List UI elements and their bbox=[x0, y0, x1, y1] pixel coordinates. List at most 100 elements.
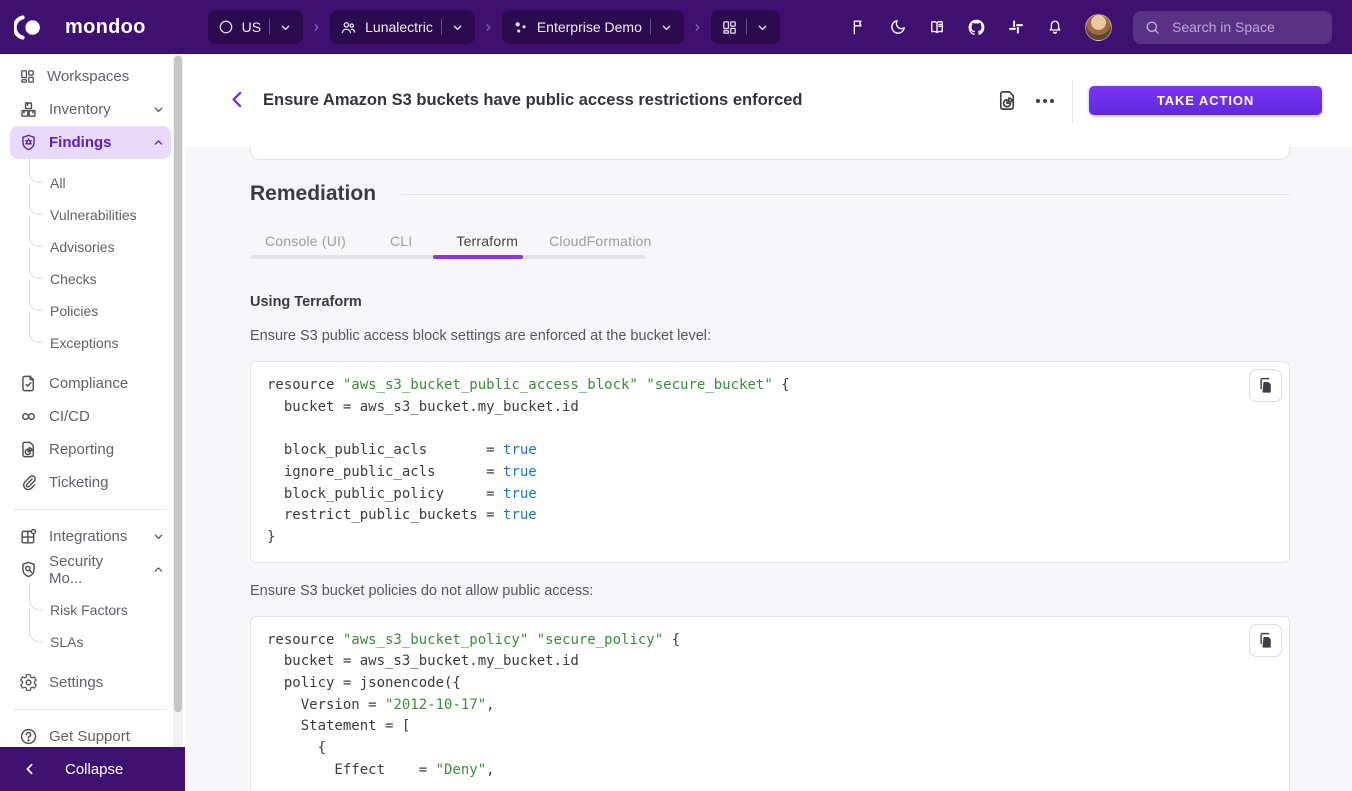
scope-breadcrumb: US Lunalectric Enterprise Demo bbox=[208, 10, 780, 44]
docs-button[interactable] bbox=[928, 18, 946, 36]
chip-divider bbox=[269, 19, 270, 35]
settings-icon bbox=[19, 673, 38, 692]
user-avatar[interactable] bbox=[1085, 14, 1112, 41]
sidebar-item-compliance[interactable]: Compliance bbox=[10, 367, 171, 400]
code-token: bucket = aws_s3_bucket.my_bucket.id bbox=[267, 399, 579, 415]
security-model-icon bbox=[19, 560, 38, 579]
tab-cloudformation[interactable]: CloudFormation bbox=[549, 233, 651, 249]
code-token: } bbox=[267, 529, 275, 545]
copy-code-button[interactable] bbox=[1249, 624, 1282, 657]
sidebar-divider bbox=[14, 709, 167, 710]
code-line: } bbox=[267, 527, 1273, 549]
slack-button[interactable] bbox=[1007, 18, 1025, 36]
more-options-button[interactable] bbox=[1026, 82, 1064, 120]
breadcrumb-workspace[interactable] bbox=[711, 10, 780, 44]
breadcrumb-space[interactable]: Enterprise Demo bbox=[502, 10, 684, 44]
previous-card-remnant bbox=[250, 147, 1290, 160]
code-token: { bbox=[773, 377, 790, 393]
code-token: block_public_policy = bbox=[267, 486, 503, 502]
code-token: { bbox=[267, 740, 326, 756]
collapse-button[interactable]: Collapse bbox=[0, 747, 185, 791]
code-token: "aws_s3_bucket_public_access_block" bbox=[343, 377, 638, 393]
sidebar-item-inventory[interactable]: Inventory bbox=[10, 93, 171, 126]
sidebar-item-label: All bbox=[50, 175, 66, 191]
breadcrumb-organization[interactable]: Lunalectric bbox=[330, 10, 475, 44]
code-token bbox=[267, 420, 275, 436]
workspaces-icon bbox=[19, 68, 36, 85]
mondoo-mark-icon bbox=[14, 14, 56, 41]
code-token: ignore_public_acls = bbox=[267, 464, 503, 480]
sidebar-item-exceptions[interactable]: Exceptions bbox=[10, 327, 171, 359]
section-title: Remediation bbox=[250, 182, 376, 206]
help-icon bbox=[19, 727, 38, 746]
brand-name: mondoo bbox=[65, 16, 146, 39]
chevron-down-icon bbox=[151, 529, 166, 544]
breadcrumb-separator-icon bbox=[482, 21, 495, 34]
page-header: Ensure Amazon S3 buckets have public acc… bbox=[185, 54, 1352, 147]
search-input[interactable] bbox=[1170, 18, 1321, 36]
sidebar-item-settings[interactable]: Settings bbox=[10, 666, 171, 699]
breadcrumb-space-label: Enterprise Demo bbox=[537, 19, 642, 35]
integrations-icon bbox=[19, 527, 38, 546]
code-token: , bbox=[486, 762, 494, 778]
sidebar-item-label: Checks bbox=[50, 271, 97, 287]
inventory-icon bbox=[19, 100, 38, 119]
report-button[interactable] bbox=[988, 82, 1026, 120]
sidebar-item-label: CI/CD bbox=[49, 408, 90, 425]
copy-code-button[interactable] bbox=[1249, 369, 1282, 402]
sidebar-item-slas[interactable]: SLAs bbox=[10, 626, 171, 658]
code-block-1: resource "aws_s3_bucket_public_access_bl… bbox=[250, 361, 1290, 563]
take-action-button[interactable]: TAKE ACTION bbox=[1089, 86, 1322, 115]
code-token bbox=[528, 632, 536, 648]
code-token: Effect = bbox=[267, 762, 436, 778]
sidebar-item-ticketing[interactable]: Ticketing bbox=[10, 466, 171, 499]
tree-elbow bbox=[29, 253, 43, 279]
main-area: Ensure Amazon S3 buckets have public acc… bbox=[185, 54, 1352, 791]
tab-cli[interactable]: CLI bbox=[390, 233, 412, 249]
tree-elbow bbox=[29, 155, 43, 183]
collapse-label: Collapse bbox=[65, 761, 123, 778]
report-icon bbox=[996, 89, 1019, 112]
sidebar-item-label: Vulnerabilities bbox=[50, 207, 137, 223]
instruction-paragraph: Ensure S3 public access block settings a… bbox=[250, 328, 1290, 344]
findings-icon bbox=[19, 133, 38, 152]
flag-icon bbox=[850, 18, 868, 36]
reporting-icon bbox=[19, 440, 38, 459]
code-line: policy = jsonencode({ bbox=[267, 673, 1273, 695]
sidebar-item-label: Ticketing bbox=[49, 474, 108, 491]
navbar-actions bbox=[850, 11, 1352, 44]
bell-icon bbox=[1046, 18, 1064, 36]
sidebar-item-label: Advisories bbox=[50, 239, 115, 255]
breadcrumb-region[interactable]: US bbox=[208, 10, 303, 44]
sidebar-item-ci-cd[interactable]: CI/CD bbox=[10, 400, 171, 433]
tree-elbow bbox=[29, 221, 43, 247]
tab-terraform[interactable]: Terraform bbox=[456, 233, 518, 249]
breadcrumb-separator-icon bbox=[310, 21, 323, 34]
sidebar-scrollbar[interactable] bbox=[173, 54, 183, 747]
back-button[interactable] bbox=[227, 89, 248, 113]
code-token: resource bbox=[267, 377, 343, 393]
breadcrumb-region-label: US bbox=[242, 19, 261, 35]
sidebar-item-workspaces[interactable]: Workspaces bbox=[10, 60, 171, 93]
dark-mode-button[interactable] bbox=[889, 18, 907, 36]
notifications-button[interactable] bbox=[1046, 18, 1064, 36]
sidebar-item-integrations[interactable]: Integrations bbox=[10, 520, 171, 553]
code-token: true bbox=[503, 507, 537, 523]
tab-console-ui[interactable]: Console (UI) bbox=[265, 233, 346, 249]
sidebar-item-label: Reporting bbox=[49, 441, 114, 458]
code-token: "Deny" bbox=[436, 762, 487, 778]
code-token: "2012-10-17" bbox=[385, 697, 486, 713]
org-icon bbox=[512, 19, 529, 36]
github-button[interactable] bbox=[967, 18, 986, 37]
cicd-icon bbox=[19, 407, 38, 426]
flag-button[interactable] bbox=[850, 18, 868, 36]
code-token: , bbox=[486, 697, 494, 713]
code-line: block_public_policy = true bbox=[267, 484, 1273, 506]
code-block-2: resource "aws_s3_bucket_policy" "secure_… bbox=[250, 616, 1290, 791]
mondoo-logo[interactable]: mondoo bbox=[0, 14, 146, 41]
section-divider bbox=[401, 194, 1290, 195]
code-line: resource "aws_s3_bucket_policy" "secure_… bbox=[267, 630, 1273, 652]
sidebar-item-reporting[interactable]: Reporting bbox=[10, 433, 171, 466]
code-line: bucket = aws_s3_bucket.my_bucket.id bbox=[267, 651, 1273, 673]
chevron-down-icon bbox=[755, 20, 770, 35]
